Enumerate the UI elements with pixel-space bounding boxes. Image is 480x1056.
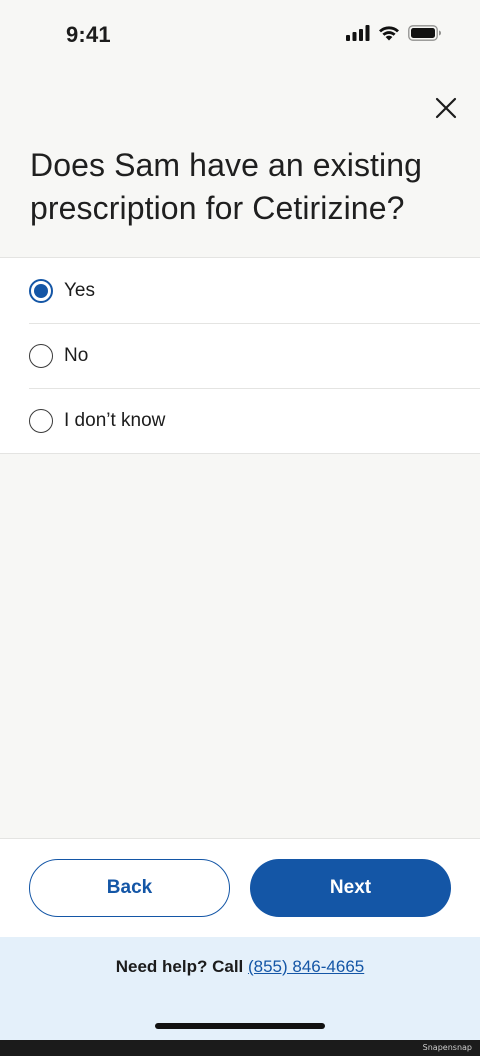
next-button[interactable]: Next (250, 859, 451, 917)
status-time: 9:41 (66, 22, 111, 47)
signal-icon (346, 25, 370, 41)
option-yes[interactable]: Yes (0, 258, 480, 323)
question-title: Does Sam have an existing prescription f… (30, 147, 423, 226)
status-bar: 9:41 (0, 0, 480, 72)
close-button[interactable] (428, 90, 464, 126)
battery-icon (408, 25, 441, 41)
credit-text: Snapensnap (422, 1043, 472, 1052)
radio-no[interactable] (29, 343, 53, 368)
help-text: Need help? Call (855) 846-4665 (0, 957, 480, 977)
help-prefix: Need help? Call (115, 957, 248, 976)
option-label: No (64, 344, 89, 366)
radio-yes[interactable] (29, 278, 53, 303)
option-label: Yes (64, 279, 95, 301)
back-button[interactable]: Back (29, 859, 230, 917)
answer-options: Yes No I don’t know (0, 257, 480, 454)
status-icons (346, 25, 442, 41)
option-dont-know[interactable]: I don’t know (0, 388, 480, 453)
home-indicator[interactable] (155, 1023, 325, 1029)
wifi-icon (379, 26, 399, 41)
option-label: I don’t know (64, 409, 166, 431)
credit-bar: Snapensnap (0, 1040, 480, 1056)
help-phone-link[interactable]: (855) 846-4665 (248, 957, 364, 976)
radio-dont-know[interactable] (29, 408, 53, 433)
close-icon (435, 97, 457, 119)
option-no[interactable]: No (0, 323, 480, 388)
footer-actions: Back Next (0, 838, 480, 937)
